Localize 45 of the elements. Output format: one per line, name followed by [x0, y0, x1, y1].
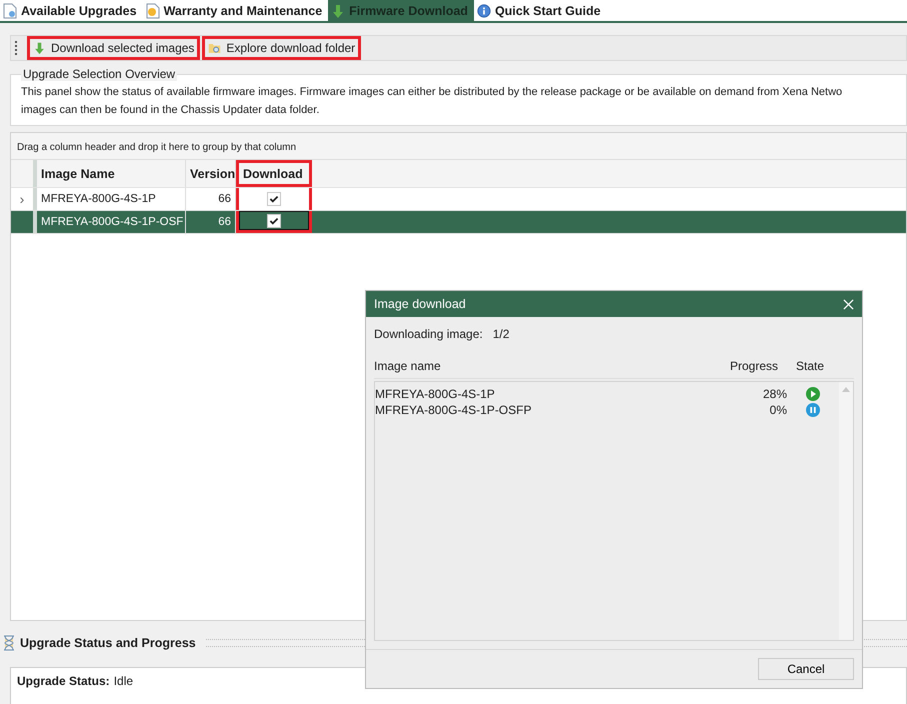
column-header: Progress	[728, 359, 778, 373]
down-arrow-icon	[331, 2, 346, 18]
folder-search-icon	[208, 41, 222, 55]
description-text: images can then be found in the Chassis Updater data folder.	[21, 103, 320, 118]
certificate-icon	[146, 2, 160, 18]
progress-value: 0%	[768, 403, 787, 417]
table-cell: MFREYA-800G-4S-1P-OSF	[37, 211, 186, 233]
progress-value: 28%	[762, 387, 787, 401]
tab[interactable]: Quick Start Guide	[474, 0, 607, 21]
toolbar-button[interactable]: Explore download folder	[202, 36, 362, 60]
table-cell: 66	[186, 188, 236, 210]
table-cell: MFREYA-800G-4S-1P	[37, 188, 186, 210]
section-title: Upgrade Status and Progress	[20, 636, 196, 650]
panel-title: Upgrade Selection Overview	[21, 67, 178, 81]
group-hint: Drag a column header and drop it here to group by that column	[11, 133, 906, 160]
counter-label: Downloading image:	[374, 327, 483, 341]
column-header[interactable]: Download	[236, 160, 312, 187]
hourglass-icon	[2, 635, 16, 651]
checkbox[interactable]	[267, 192, 281, 206]
cancel-button[interactable]: Cancel	[758, 658, 854, 680]
checkbox[interactable]	[267, 214, 281, 228]
tab[interactable]: Available Upgrades	[0, 0, 143, 21]
dialog-title: Image download	[374, 297, 466, 311]
close-icon[interactable]	[843, 298, 854, 310]
play-icon	[806, 387, 820, 401]
info-icon	[476, 2, 491, 18]
toolbar-button[interactable]: Download selected images	[27, 36, 200, 60]
document-icon	[3, 2, 17, 18]
image-name: MFREYA-800G-4S-1P	[375, 387, 496, 401]
image-name: MFREYA-800G-4S-1P-OSFP	[375, 403, 532, 417]
table-cell: 66	[186, 211, 236, 233]
column-header: State	[794, 359, 826, 373]
description-text: This panel show the status of available firmware images. Firmware images can either be distributed by the release package or be available on demand from Xena Netwo	[21, 85, 844, 100]
status-value: Idle	[114, 674, 134, 688]
status-label: Upgrade Status:	[17, 674, 110, 688]
toolbar-grip[interactable]	[15, 41, 19, 55]
column-header[interactable]: Version	[186, 160, 236, 187]
current-row-indicator: ›	[20, 191, 24, 207]
counter-value: 1/2	[492, 327, 510, 341]
tab[interactable]: Warranty and Maintenance	[142, 0, 328, 21]
down-arrow-icon	[33, 41, 46, 55]
column-header: Image name	[374, 359, 442, 373]
scrollbar[interactable]	[839, 382, 853, 640]
pause-icon	[806, 403, 820, 417]
column-header[interactable]: Image Name	[37, 160, 186, 187]
